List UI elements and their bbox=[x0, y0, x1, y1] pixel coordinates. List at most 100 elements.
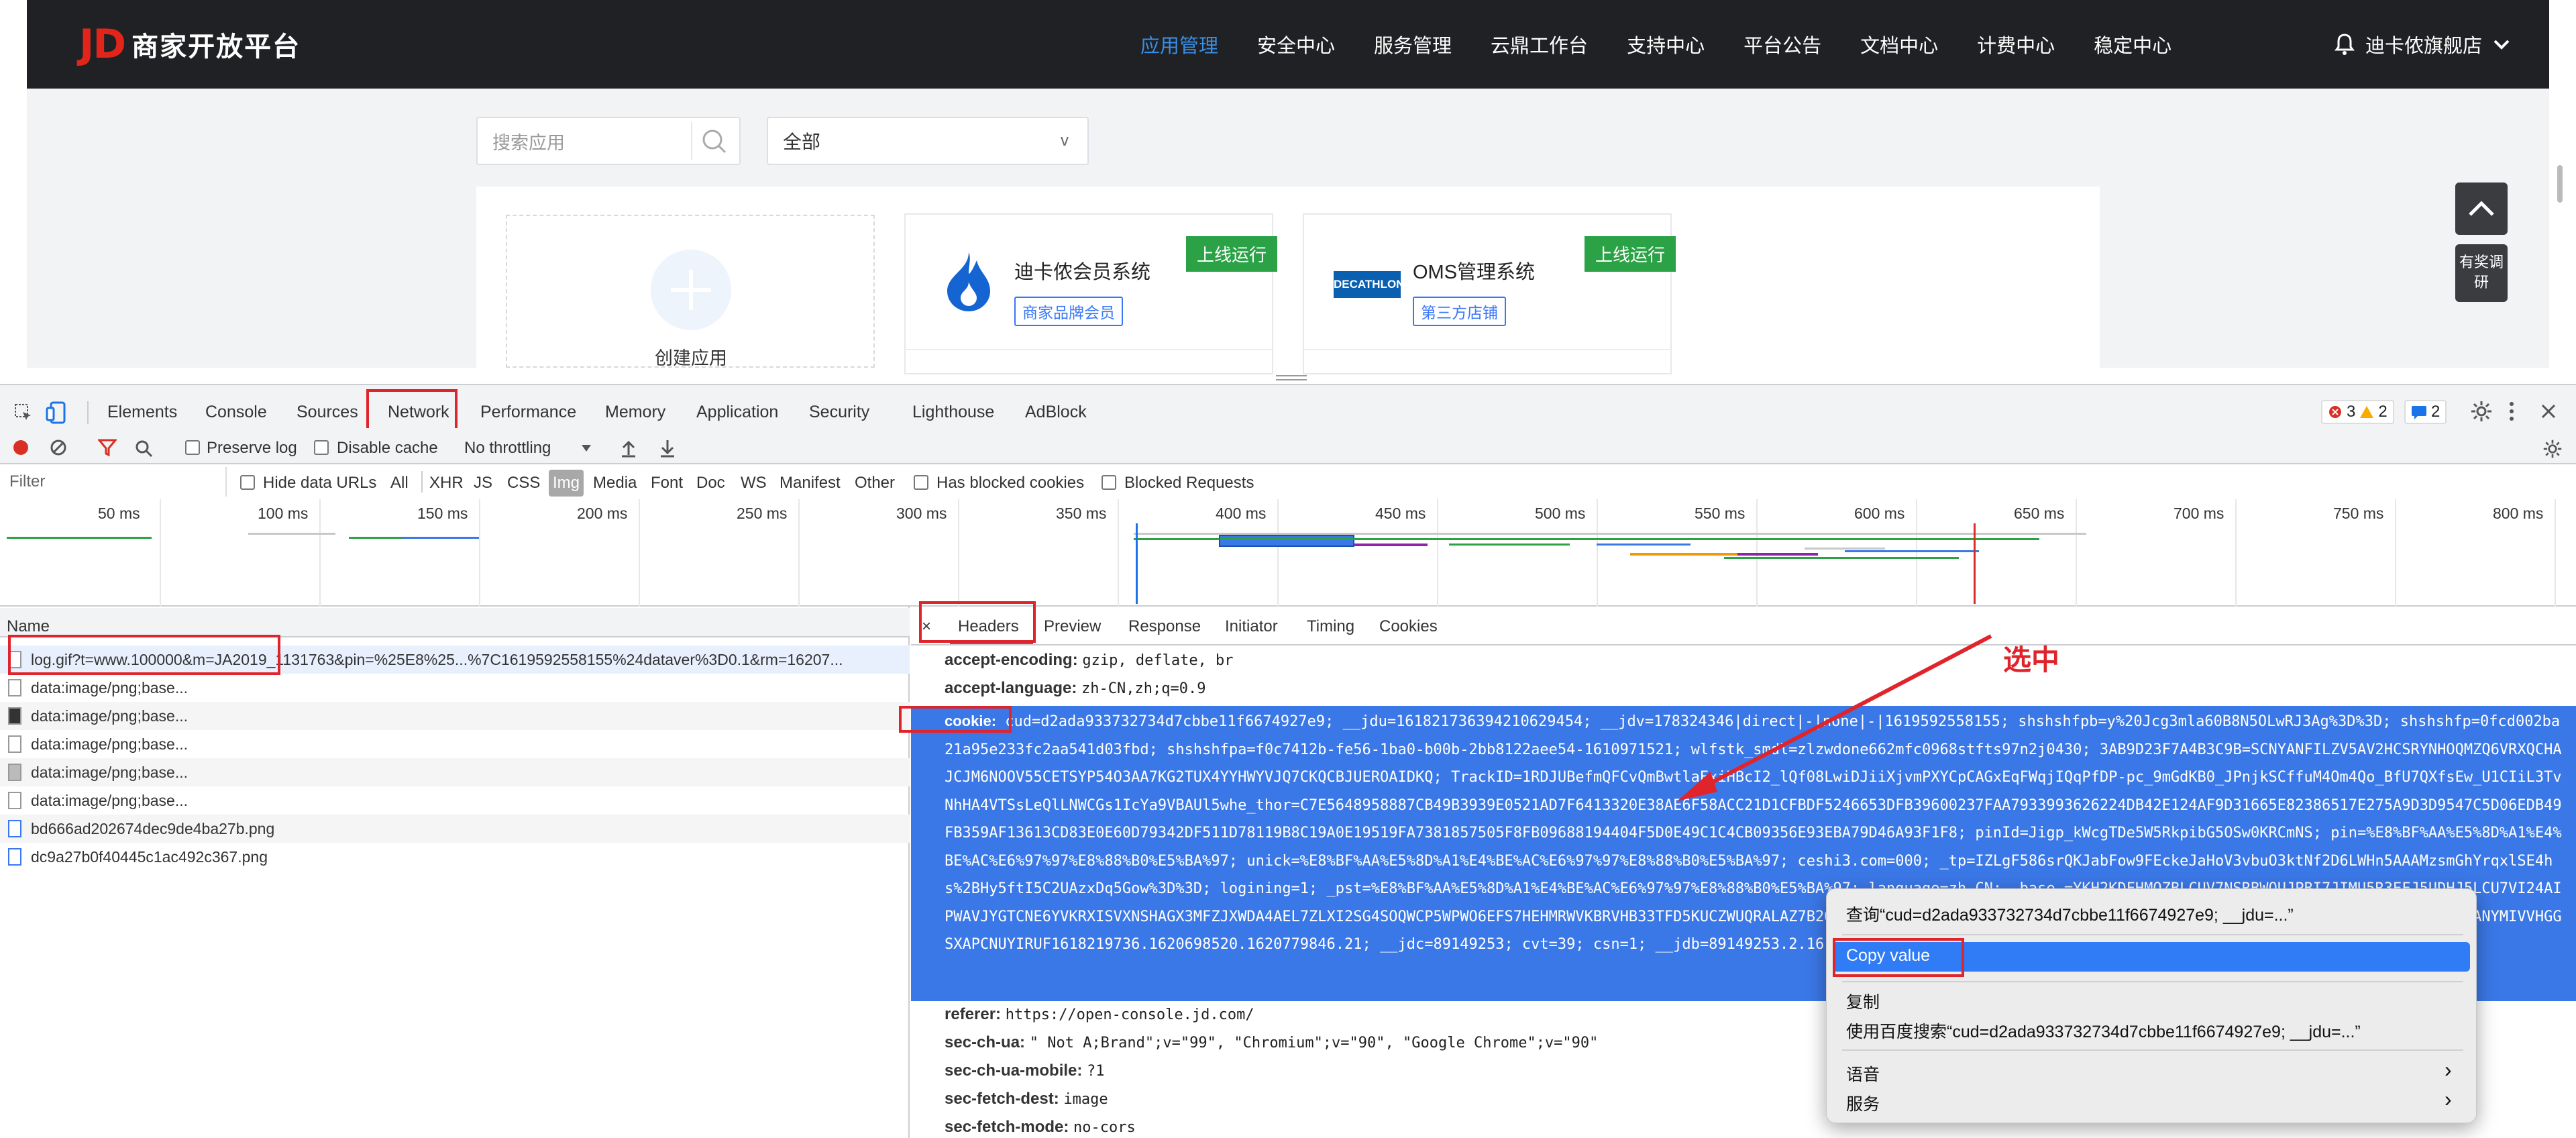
tab-lighthouse[interactable]: Lighthouse bbox=[912, 399, 994, 425]
header-sec-ch-ua-mobile[interactable]: sec-ch-ua-mobile: ?1 bbox=[945, 1062, 1105, 1080]
throttling-select[interactable]: No throttling bbox=[464, 436, 592, 460]
header-accept-language[interactable]: accept-language: zh-CN,zh;q=0.9 bbox=[945, 679, 1206, 698]
clear-icon[interactable] bbox=[50, 439, 67, 456]
header-sec-ch-ua[interactable]: sec-ch-ua: " Not A;Brand";v="99", "Chrom… bbox=[945, 1033, 1598, 1052]
app-title: 迪卡侬会员系统 bbox=[1014, 262, 1151, 283]
app-card-member-system[interactable]: 迪卡侬会员系统 商家品牌会员 上线运行 bbox=[904, 213, 1277, 374]
request-row[interactable]: dc9a27b0f40445c1ac492c367.png bbox=[0, 843, 910, 871]
menu-item-baidu-search[interactable]: 使用百度搜索“cud=d2ada933732734d7cbbe11f667492… bbox=[1846, 1019, 2361, 1043]
export-har-icon[interactable] bbox=[659, 439, 676, 458]
header-value: no-cors bbox=[1073, 1119, 1136, 1136]
network-filter-input[interactable]: Filter bbox=[0, 467, 227, 497]
menu-item-services[interactable]: 服务 bbox=[1846, 1091, 1880, 1115]
filter-icon[interactable] bbox=[98, 439, 117, 456]
header-key: sec-fetch-dest: bbox=[945, 1090, 1059, 1108]
nav-item-security[interactable]: 安全中心 bbox=[1257, 30, 1335, 58]
device-toolbar-icon[interactable] bbox=[46, 401, 67, 424]
header-accept-encoding[interactable]: accept-encoding: gzip, deflate, br bbox=[945, 651, 1234, 670]
header-sec-fetch-mode[interactable]: sec-fetch-mode: no-cors bbox=[945, 1118, 1136, 1137]
back-to-top-button[interactable] bbox=[2455, 183, 2508, 235]
inspect-element-icon[interactable] bbox=[13, 403, 34, 423]
request-list-header[interactable]: Name bbox=[0, 608, 910, 637]
tab-timing[interactable]: Timing bbox=[1307, 617, 1354, 636]
blocked-requests-checkbox[interactable] bbox=[1102, 475, 1116, 490]
info-counter[interactable]: 2 bbox=[2404, 400, 2447, 424]
header-sec-fetch-dest[interactable]: sec-fetch-dest: image bbox=[945, 1090, 1108, 1108]
filter-type-media[interactable]: Media bbox=[593, 474, 637, 493]
message-icon bbox=[2412, 406, 2426, 419]
filter-type-xhr[interactable]: XHR bbox=[429, 474, 464, 493]
nav-item-stability[interactable]: 稳定中心 bbox=[2094, 30, 2171, 58]
issues-counter[interactable]: 3 2 bbox=[2321, 400, 2394, 424]
page-scrollbar[interactable] bbox=[2557, 165, 2563, 203]
nav-item-cloud-workbench[interactable]: 云鼎工作台 bbox=[1491, 30, 1588, 58]
filter-type-js[interactable]: JS bbox=[474, 474, 492, 493]
app-filter-select[interactable]: 全部 v bbox=[767, 117, 1089, 165]
user-menu[interactable]: 迪卡侬旗舰店 bbox=[2334, 27, 2510, 62]
nav-item-announcements[interactable]: 平台公告 bbox=[1743, 30, 1821, 58]
import-har-icon[interactable] bbox=[620, 439, 637, 458]
filter-type-font[interactable]: Font bbox=[651, 474, 683, 493]
request-row[interactable]: data:image/png;base... bbox=[0, 702, 910, 730]
nav-item-services[interactable]: 服务管理 bbox=[1374, 30, 1452, 58]
gear-icon[interactable] bbox=[2470, 400, 2493, 423]
menu-item-lookup[interactable]: 查询“cud=d2ada933732734d7cbbe11f6674927e9;… bbox=[1846, 902, 2294, 926]
nav-item-billing[interactable]: 计费中心 bbox=[1977, 30, 2055, 58]
tab-security[interactable]: Security bbox=[809, 399, 869, 425]
request-row[interactable]: data:image/png;base... bbox=[0, 674, 910, 702]
tab-sources[interactable]: Sources bbox=[297, 399, 358, 425]
filter-type-all[interactable]: All bbox=[390, 474, 409, 493]
jd-logo[interactable]: JD 商家开放平台 bbox=[79, 21, 301, 68]
tab-memory[interactable]: Memory bbox=[605, 399, 665, 425]
request-name: bd666ad202674dec9de4ba27b.png bbox=[31, 819, 275, 837]
tab-initiator[interactable]: Initiator bbox=[1225, 617, 1278, 636]
nav-item-support[interactable]: 支持中心 bbox=[1627, 30, 1705, 58]
menu-item-speech[interactable]: 语音 bbox=[1846, 1062, 1880, 1086]
app-tag: 第三方店铺 bbox=[1413, 297, 1506, 326]
dropdown-arrow-icon bbox=[582, 445, 591, 452]
logo-text: 商家开放平台 bbox=[131, 32, 301, 62]
more-options-icon[interactable] bbox=[2506, 400, 2517, 423]
request-row[interactable]: data:image/png;base... bbox=[0, 758, 910, 786]
header-referer[interactable]: referer: https://open-console.jd.com/ bbox=[945, 1005, 1254, 1024]
filter-type-manifest[interactable]: Manifest bbox=[780, 474, 841, 493]
app-card-oms[interactable]: DECATHLON OMS管理系统 第三方店铺 上线运行 bbox=[1303, 213, 1676, 374]
search-icon[interactable] bbox=[134, 439, 153, 458]
timeline-tick-label: 550 ms bbox=[1695, 505, 1746, 522]
close-icon[interactable] bbox=[2540, 403, 2557, 420]
filter-type-ws[interactable]: WS bbox=[741, 474, 767, 493]
waterfall-overview-bars bbox=[7, 523, 2086, 604]
filter-type-doc[interactable]: Doc bbox=[696, 474, 725, 493]
survey-button[interactable]: 有奖调研 bbox=[2455, 244, 2508, 302]
tab-preview[interactable]: Preview bbox=[1044, 617, 1101, 636]
hide-data-urls-checkbox[interactable] bbox=[240, 475, 255, 490]
disable-cache-checkbox[interactable] bbox=[314, 440, 329, 455]
devtools-resize-handle[interactable] bbox=[1275, 373, 1308, 382]
request-row[interactable]: data:image/png;base... bbox=[0, 786, 910, 815]
tab-console[interactable]: Console bbox=[205, 399, 267, 425]
preserve-log-checkbox[interactable] bbox=[185, 440, 200, 455]
nav-item-app-management[interactable]: 应用管理 bbox=[1140, 30, 1218, 58]
request-row[interactable]: bd666ad202674dec9de4ba27b.png bbox=[0, 815, 910, 843]
tab-adblock[interactable]: AdBlock bbox=[1025, 399, 1087, 425]
nav-item-docs[interactable]: 文档中心 bbox=[1860, 30, 1938, 58]
tab-response[interactable]: Response bbox=[1128, 617, 1201, 636]
tab-application[interactable]: Application bbox=[696, 399, 778, 425]
search-divider bbox=[691, 122, 692, 160]
filter-type-css[interactable]: CSS bbox=[507, 474, 540, 493]
menu-separator bbox=[1842, 934, 2463, 935]
tab-elements[interactable]: Elements bbox=[107, 399, 177, 425]
menu-item-copy[interactable]: 复制 bbox=[1846, 989, 1880, 1013]
tab-cookies[interactable]: Cookies bbox=[1379, 617, 1438, 636]
search-icon[interactable] bbox=[698, 125, 731, 158]
network-settings-icon[interactable] bbox=[2542, 439, 2563, 459]
tab-performance[interactable]: Performance bbox=[480, 399, 576, 425]
filter-type-other[interactable]: Other bbox=[855, 474, 895, 493]
filter-type-img[interactable]: Img bbox=[549, 470, 584, 497]
chevron-right-icon: › bbox=[2445, 1057, 2452, 1082]
record-icon[interactable] bbox=[12, 439, 30, 456]
has-blocked-cookies-checkbox[interactable] bbox=[914, 475, 928, 490]
header-value: zh-CN,zh;q=0.9 bbox=[1081, 680, 1206, 697]
request-row[interactable]: data:image/png;base... bbox=[0, 730, 910, 758]
name-column-header: Name bbox=[7, 617, 50, 635]
